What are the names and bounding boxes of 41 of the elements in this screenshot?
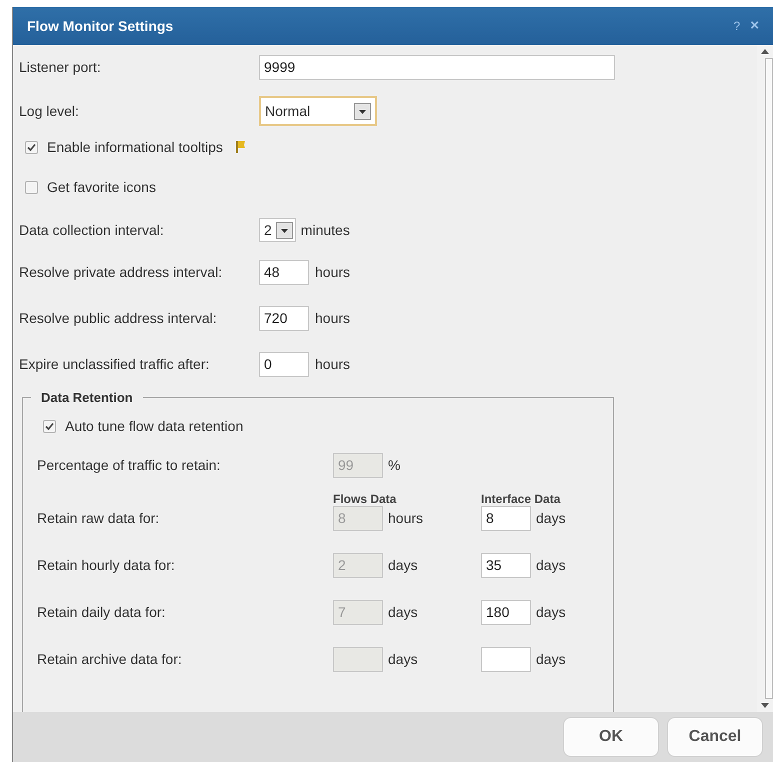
unit-label: hours: [315, 262, 350, 282]
dropdown[interactable]: 2: [259, 218, 296, 242]
input-field[interactable]: 48: [259, 260, 309, 284]
unit-label: hours: [315, 354, 350, 374]
column-header: Flows Data: [333, 491, 398, 506]
checkbox-label[interactable]: Get favorite icons: [47, 176, 156, 198]
field-label: Data collection interval:: [19, 220, 165, 240]
unit-label: days: [536, 603, 566, 622]
dropdown[interactable]: Normal: [259, 96, 377, 126]
field-label: Retain hourly data for:: [37, 556, 176, 575]
unit-label: days: [536, 556, 566, 575]
column-header: Interface Data: [481, 491, 560, 506]
ok-button[interactable]: OK: [563, 717, 659, 757]
input-field[interactable]: 8: [481, 506, 531, 531]
unit-label: %: [388, 456, 400, 475]
unit-label: days: [536, 650, 566, 669]
input-field[interactable]: 180: [481, 600, 531, 625]
window-title: Flow Monitor Settings: [27, 16, 174, 36]
field-label: Retain archive data for:: [37, 650, 183, 669]
unit-label: days: [388, 603, 419, 622]
cancel-button[interactable]: Cancel: [667, 717, 763, 757]
unit-label: hours: [388, 509, 424, 528]
unit-label: minutes: [300, 220, 350, 240]
unit-label: days: [536, 509, 566, 528]
unit-label: days: [388, 556, 419, 575]
field-label: Retain raw data for:: [37, 509, 160, 528]
field-label: Retain daily data for:: [37, 603, 166, 622]
field-label: Percentage of traffic to retain:: [37, 456, 222, 475]
field-label: Listener port:: [19, 58, 102, 77]
field-label: Resolve public address interval:: [19, 308, 218, 328]
checkbox-label[interactable]: Auto tune flow data retention: [65, 416, 244, 436]
field-label: Log level:: [19, 102, 80, 121]
unit-label: hours: [315, 308, 350, 328]
input-field[interactable]: 0: [259, 352, 309, 376]
field-label: Expire unclassified traffic after:: [19, 354, 210, 374]
field-label: Resolve private address interval:: [19, 262, 224, 282]
unit-label: days: [388, 650, 419, 669]
input-field[interactable]: 9999: [259, 54, 615, 80]
input-field[interactable]: 720: [259, 306, 309, 330]
checkbox-label[interactable]: Enable informational tooltips: [47, 136, 223, 158]
input-field[interactable]: 35: [481, 553, 531, 578]
